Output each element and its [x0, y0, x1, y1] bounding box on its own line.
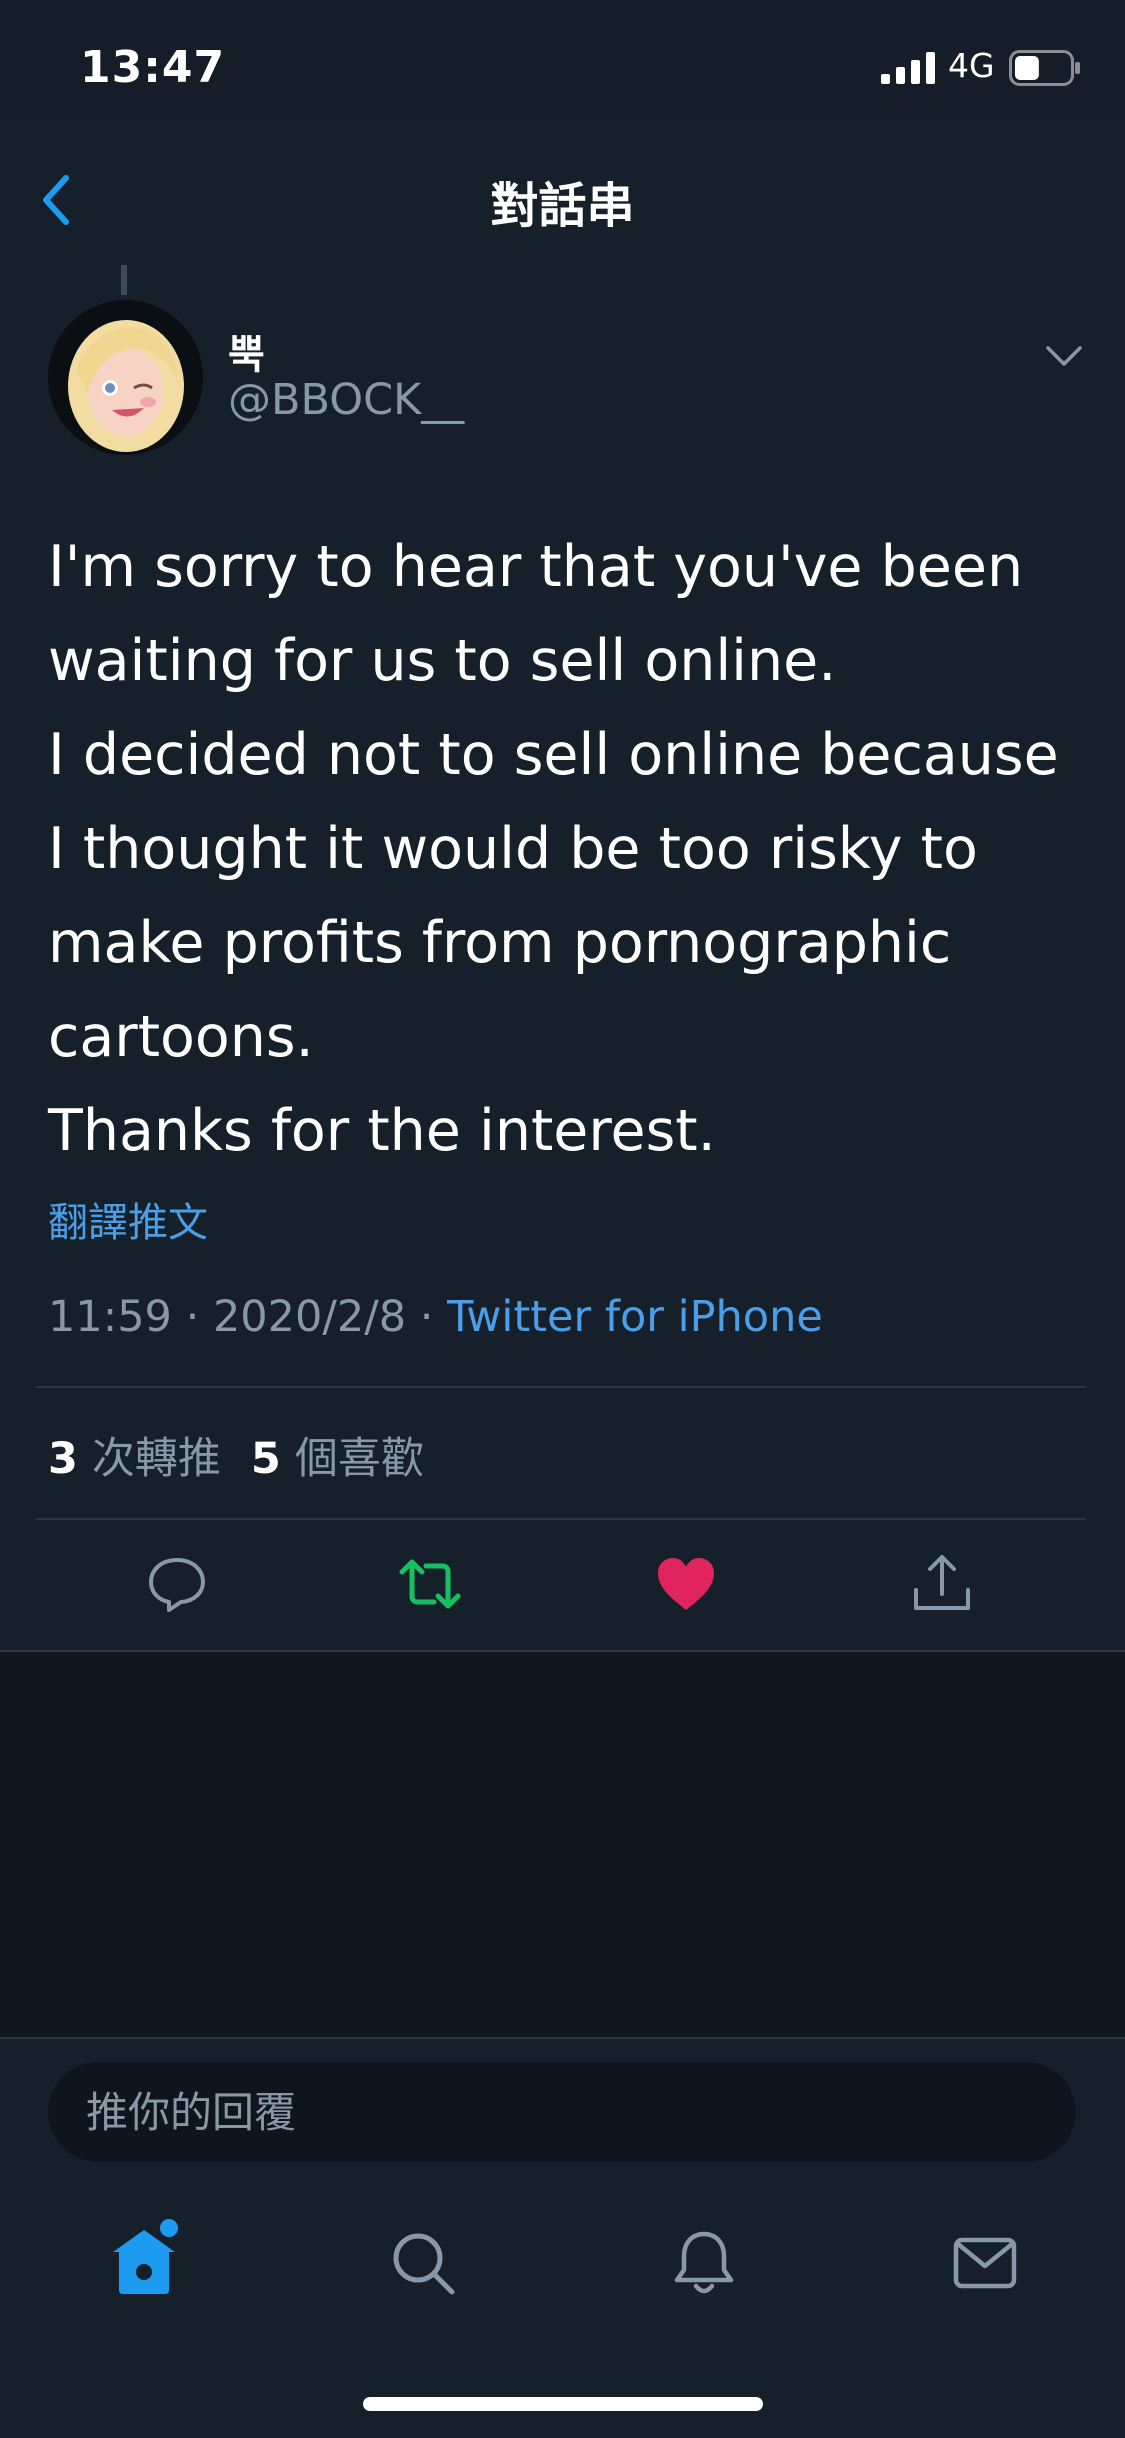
share-icon[interactable]	[910, 1552, 974, 1616]
like-label[interactable]: 個喜歡	[295, 1434, 424, 1484]
network-type: 4G	[948, 46, 995, 85]
chevron-down-icon[interactable]	[1044, 344, 1084, 368]
display-name: 뿍	[228, 332, 265, 378]
memoji-avatar-image	[48, 300, 203, 455]
retweet-label[interactable]: 次轉推	[92, 1434, 221, 1484]
reply-icon[interactable]	[145, 1552, 209, 1616]
divider	[36, 1518, 1086, 1520]
battery-icon	[1009, 50, 1080, 86]
tweet-text: I'm sorry to hear that you've been waiti…	[48, 520, 1088, 1178]
signal-icon	[881, 52, 935, 84]
home-indicator[interactable]	[363, 2397, 763, 2411]
tweet-time: 11:59	[48, 1292, 172, 1342]
retweet-count[interactable]: 3	[48, 1434, 78, 1484]
meta-separator: ·	[185, 1292, 200, 1342]
divider	[36, 1386, 1086, 1388]
meta-separator: ·	[419, 1292, 434, 1342]
tweet-metadata: 11:59 · 2020/2/8 · Twitter for iPhone	[48, 1292, 823, 1342]
tweet-text-line: I'm sorry to hear that you've been waiti…	[48, 534, 1024, 694]
retweet-icon[interactable]	[398, 1552, 462, 1616]
translate-tweet-link[interactable]: 翻譯推文	[48, 1190, 208, 1248]
tweet-text-line: Thanks for the interest.	[48, 1098, 716, 1164]
avatar[interactable]	[48, 300, 203, 455]
reply-input[interactable]	[48, 2062, 1028, 2162]
tweet-stats: 3 次轉推 5 個喜歡	[48, 1424, 424, 1486]
bell-icon[interactable]	[669, 2228, 739, 2298]
tweet-text-line: I decided not to sell online because I t…	[48, 722, 1059, 1070]
tweet-source-link[interactable]: Twitter for iPhone	[447, 1292, 823, 1342]
mail-icon[interactable]	[950, 2228, 1020, 2298]
home-icon[interactable]	[105, 2216, 183, 2298]
tweet-date: 2020/2/8	[212, 1292, 407, 1342]
status-time: 13:47	[80, 42, 226, 93]
thread-connector-line	[121, 265, 127, 295]
search-icon[interactable]	[388, 2228, 458, 2298]
user-handle: @BBOCK__	[228, 375, 465, 425]
empty-area	[0, 1652, 1125, 2037]
heart-icon[interactable]	[654, 1552, 718, 1616]
page-title: 對話串	[490, 178, 635, 234]
like-count[interactable]: 5	[251, 1434, 281, 1484]
